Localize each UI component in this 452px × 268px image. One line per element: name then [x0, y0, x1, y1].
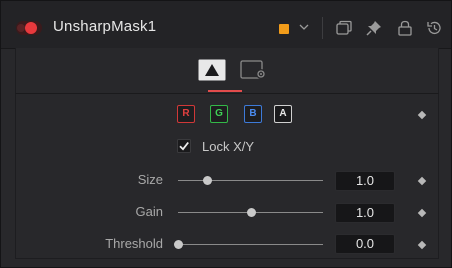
active-tab-indicator: [208, 90, 242, 92]
toggle-glow: [17, 24, 25, 32]
gain-label: Gain: [135, 204, 163, 219]
lock-xy-checkbox[interactable]: [177, 139, 191, 153]
power-toggle-icon[interactable]: [16, 21, 42, 35]
threshold-value-field[interactable]: 0.0: [335, 234, 395, 254]
channel-g-button[interactable]: G: [210, 105, 228, 123]
size-label: Size: [137, 172, 163, 187]
header-divider: [322, 17, 323, 39]
versions-icon[interactable]: [335, 19, 353, 37]
lock-icon[interactable]: [396, 19, 414, 37]
gain-slider-thumb[interactable]: [246, 208, 256, 217]
channel-a-button[interactable]: A: [274, 105, 292, 123]
threshold-slider-thumb[interactable]: [174, 240, 183, 249]
lock-xy-label: Lock X/Y: [202, 139, 255, 154]
tab-bar: [15, 48, 439, 94]
channel-r-button[interactable]: R: [177, 105, 195, 123]
tool-header: UnsharpMask1: [1, 1, 451, 49]
tool-name[interactable]: UnsharpMask1: [53, 18, 156, 35]
size-value-field[interactable]: 1.0: [335, 171, 395, 191]
size-slider-thumb[interactable]: [203, 176, 212, 185]
settings-tab-icon[interactable]: [240, 59, 268, 81]
channel-b-button[interactable]: B: [244, 105, 262, 123]
reset-icon[interactable]: [425, 19, 443, 37]
chevron-down-icon[interactable]: [297, 20, 311, 34]
gain-value-field[interactable]: 1.0: [335, 203, 395, 223]
controls-tab-icon[interactable]: [198, 59, 226, 81]
threshold-slider-track[interactable]: [178, 244, 323, 245]
size-slider-track[interactable]: [178, 180, 323, 181]
threshold-label: Threshold: [105, 236, 163, 251]
color-swatch[interactable]: [279, 24, 289, 34]
inspector-panel: UnsharpMask1 R G B A Lock X/Y Size 1.0 G…: [0, 0, 452, 268]
toggle-knob: [25, 22, 37, 34]
pin-icon[interactable]: [365, 19, 383, 37]
